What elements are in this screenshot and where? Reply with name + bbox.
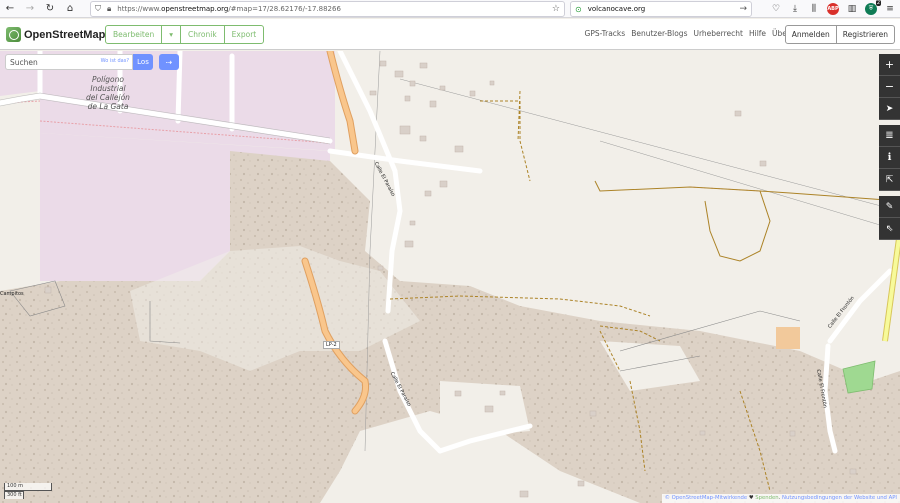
edit-dropdown-button[interactable]: ▾ — [162, 26, 181, 43]
map-tiles — [0, 51, 900, 503]
search-go-button[interactable]: Los — [133, 54, 153, 70]
lp2-road-label: LP-2 — [323, 341, 340, 349]
nav-copyright[interactable]: Urheberrecht — [693, 29, 743, 38]
zoom-in-icon[interactable]: + — [879, 54, 900, 76]
history-button[interactable]: Chronik — [181, 26, 225, 43]
search-placeholder: Suchen — [10, 57, 38, 67]
heart-icon: ♥ — [748, 495, 754, 501]
reload-icon[interactable]: ↻ — [40, 0, 60, 18]
pocket-icon[interactable]: ♡ — [770, 3, 782, 15]
edit-button-group: Bearbeiten ▾ Chronik Export — [105, 25, 265, 44]
scale-imperial: 300 ft — [4, 491, 24, 499]
go-arrow-icon[interactable]: → — [739, 4, 747, 14]
scale-metric: 100 m — [4, 483, 52, 491]
zoom-out-icon[interactable]: − — [879, 76, 900, 98]
shield-icon[interactable]: ⛉ — [95, 4, 101, 14]
browser-toolbar: ← → ↻ ⌂ ⛉ 🔒︎ https://www.openstreetmap.o… — [0, 0, 900, 18]
lock-icon[interactable]: 🔒︎ — [107, 4, 111, 14]
extension-icon[interactable]: ⛨ 2 — [865, 0, 881, 15]
osm-logo[interactable]: OpenStreetMap — [6, 27, 105, 42]
extension-badge: 2 — [875, 0, 881, 6]
note-icon[interactable]: ✎ — [879, 196, 900, 218]
edit-button[interactable]: Bearbeiten — [106, 26, 163, 43]
home-icon[interactable]: ⌂ — [60, 0, 80, 18]
bookmark-star-icon[interactable]: ☆ — [552, 4, 560, 14]
industrial-area-label: Polígono Industrial del Callejón de La G… — [86, 75, 130, 111]
layers-icon[interactable]: ≣ — [879, 125, 900, 147]
toolbar-icons: ♡ ⤓ ⫼ ABP ▥ ⛨ 2 ≡ — [770, 0, 896, 18]
map-search: Suchen Wo ist das? Los ⇢ — [5, 54, 179, 70]
map-attribution: © OpenStreetMap-Mitwirkende ♥ Spenden. N… — [661, 494, 900, 503]
donate-link[interactable]: Spenden — [755, 495, 778, 501]
map-search-input[interactable]: Suchen Wo ist das? — [5, 54, 133, 70]
terms-link[interactable]: Nutzungsbedingungen der Website und API — [782, 495, 897, 501]
where-is-this-link[interactable]: Wo ist das? — [101, 58, 129, 64]
info-icon[interactable]: ℹ — [879, 147, 900, 169]
directions-icon[interactable]: ⇢ — [159, 54, 179, 70]
adblock-icon[interactable]: ABP — [827, 3, 839, 15]
forward-icon[interactable]: → — [20, 0, 40, 18]
query-features-icon[interactable]: ⇖ — [879, 218, 900, 240]
search-engine-icon: ⊙ — [575, 4, 582, 14]
search-text: volcanocave.org — [587, 5, 646, 13]
map-controls: + − ➤ ≣ ℹ ⇱ ✎ ⇖ — [879, 54, 900, 240]
nav-user-diaries[interactable]: Benutzer-Blogs — [631, 29, 687, 38]
map-scale: 100 m 300 ft — [4, 483, 52, 499]
osm-logo-icon — [6, 27, 21, 42]
url-text: https://www.openstreetmap.org/#map=17/28… — [117, 5, 341, 13]
logo-text: OpenStreetMap — [24, 28, 106, 41]
menu-icon[interactable]: ≡ — [884, 3, 896, 15]
export-button[interactable]: Export — [225, 26, 264, 43]
map-canvas[interactable]: Polígono Industrial del Callejón de La G… — [0, 51, 900, 503]
sidebar-icon[interactable]: ▥ — [846, 3, 858, 15]
download-icon[interactable]: ⤓ — [789, 3, 801, 15]
locate-icon[interactable]: ➤ — [879, 98, 900, 120]
share-icon[interactable]: ⇱ — [879, 169, 900, 191]
parking-area — [776, 327, 800, 349]
register-button[interactable]: Registrieren — [836, 25, 895, 44]
login-button[interactable]: Anmelden — [784, 25, 837, 44]
osm-header: OpenStreetMap Bearbeiten ▾ Chronik Expor… — [0, 19, 900, 50]
secondary-nav: GPS-Tracks Benutzer-Blogs Urheberrecht H… — [585, 29, 790, 38]
nav-help[interactable]: Hilfe — [749, 29, 766, 38]
browser-search-box[interactable]: ⊙ volcanocave.org → — [570, 1, 752, 17]
user-buttons: Anmelden Registrieren — [784, 25, 895, 44]
address-bar[interactable]: ⛉ 🔒︎ https://www.openstreetmap.org/#map=… — [90, 1, 565, 17]
campitos-label: Campitos — [0, 291, 24, 297]
attribution-osm-link[interactable]: © OpenStreetMap-Mitwirkende — [665, 495, 748, 501]
back-icon[interactable]: ← — [0, 0, 20, 18]
nav-gps-traces[interactable]: GPS-Tracks — [585, 29, 626, 38]
library-icon[interactable]: ⫼ — [808, 3, 820, 15]
